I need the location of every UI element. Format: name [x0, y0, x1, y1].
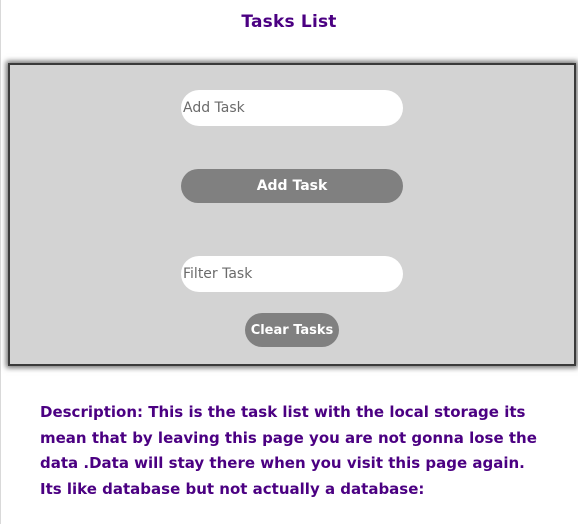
- left-border: [0, 0, 1, 524]
- clear-tasks-button[interactable]: Clear Tasks: [245, 313, 339, 347]
- filter-task-input[interactable]: [181, 256, 403, 292]
- add-task-button[interactable]: Add Task: [181, 169, 403, 203]
- add-task-input[interactable]: [181, 90, 403, 126]
- page-title: Tasks List: [241, 12, 337, 32]
- description-text: Description: This is the task list with …: [40, 403, 537, 498]
- task-form-panel: Add Task Clear Tasks: [8, 63, 576, 366]
